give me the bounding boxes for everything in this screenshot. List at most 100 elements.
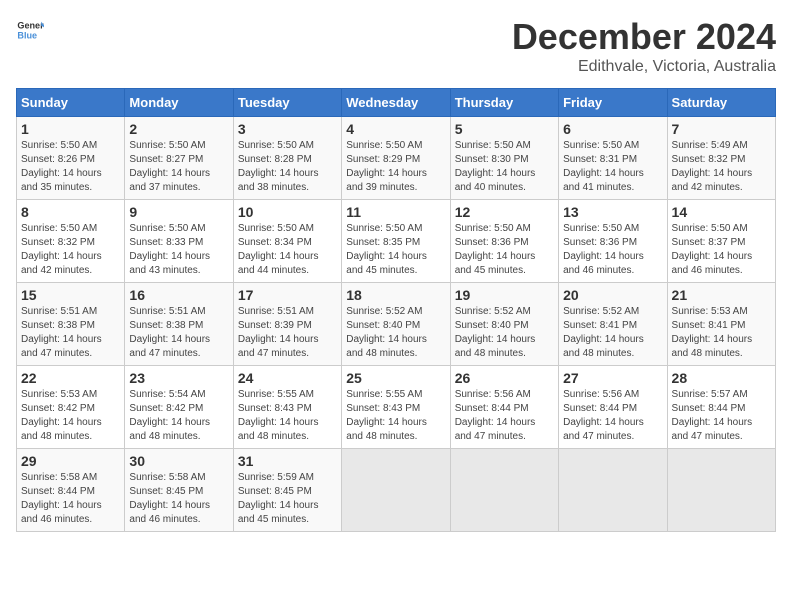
day-detail: Sunrise: 5:50 AM Sunset: 8:37 PM Dayligh… (672, 222, 771, 278)
day-cell: 25Sunrise: 5:55 AM Sunset: 8:43 PM Dayli… (342, 366, 450, 449)
day-detail: Sunrise: 5:56 AM Sunset: 8:44 PM Dayligh… (455, 388, 554, 444)
day-number: 22 (21, 370, 120, 386)
day-number: 14 (672, 204, 771, 220)
day-cell (342, 449, 450, 532)
day-cell: 10 Sunrise: 5:50 AM Sunset: 8:34 PM Dayli… (233, 200, 341, 283)
calendar-body: 1 Sunrise: 5:50 AM Sunset: 8:26 PM Daylig… (17, 117, 776, 532)
day-cell: 23 Sunrise: 5:54 AM Sunset: 8:42 PM Dayli… (125, 366, 233, 449)
day-cell: 12 Sunrise: 5:50 AM Sunset: 8:36 PM Dayli… (450, 200, 558, 283)
dow-monday: Monday (125, 89, 233, 117)
day-number: 16 (129, 287, 228, 303)
day-detail: Sunrise: 5:50 AM Sunset: 8:31 PM Dayligh… (563, 139, 662, 195)
day-number: 26 (455, 370, 554, 386)
day-detail: Sunrise: 5:57 AM Sunset: 8:44 PM Dayligh… (672, 388, 771, 444)
day-number: 7 (672, 121, 771, 137)
day-detail: Sunrise: 5:51 AM Sunset: 8:38 PM Dayligh… (21, 305, 120, 361)
day-cell: 27 Sunrise: 5:56 AM Sunset: 8:44 PM Dayli… (559, 366, 667, 449)
day-cell (450, 449, 558, 532)
day-number: 28 (672, 370, 771, 386)
day-number: 6 (563, 121, 662, 137)
day-detail: Sunrise: 5:52 AM Sunset: 8:40 PM Dayligh… (455, 305, 554, 361)
day-detail: Sunrise: 5:50 AM Sunset: 8:36 PM Dayligh… (455, 222, 554, 278)
day-cell: 9 Sunrise: 5:50 AM Sunset: 8:33 PM Daylig… (125, 200, 233, 283)
day-number: 11 (346, 204, 445, 220)
day-cell: 14 Sunrise: 5:50 AM Sunset: 8:37 PM Dayli… (667, 200, 775, 283)
day-detail: Sunrise: 5:54 AM Sunset: 8:42 PM Dayligh… (129, 388, 228, 444)
day-cell: 28 Sunrise: 5:57 AM Sunset: 8:44 PM Dayli… (667, 366, 775, 449)
day-number: 20 (563, 287, 662, 303)
day-number: 23 (129, 370, 228, 386)
day-detail: Sunrise: 5:50 AM Sunset: 8:29 PM Dayligh… (346, 139, 445, 195)
day-detail: Sunrise: 5:51 AM Sunset: 8:39 PM Dayligh… (238, 305, 337, 361)
week-row-1: 1 Sunrise: 5:50 AM Sunset: 8:26 PM Daylig… (17, 117, 776, 200)
week-row-4: 22Sunrise: 5:53 AM Sunset: 8:42 PM Dayli… (17, 366, 776, 449)
day-number: 15 (21, 287, 120, 303)
day-detail: Sunrise: 5:52 AM Sunset: 8:40 PM Dayligh… (346, 305, 445, 361)
day-number: 13 (563, 204, 662, 220)
day-cell: 1 Sunrise: 5:50 AM Sunset: 8:26 PM Daylig… (17, 117, 125, 200)
dow-wednesday: Wednesday (342, 89, 450, 117)
day-detail: Sunrise: 5:55 AM Sunset: 8:43 PM Dayligh… (346, 388, 445, 444)
day-detail: Sunrise: 5:59 AM Sunset: 8:45 PM Dayligh… (238, 471, 337, 527)
subtitle: Edithvale, Victoria, Australia (512, 58, 776, 76)
day-number: 24 (238, 370, 337, 386)
day-number: 10 (238, 204, 337, 220)
dow-saturday: Saturday (667, 89, 775, 117)
dow-friday: Friday (559, 89, 667, 117)
day-detail: Sunrise: 5:50 AM Sunset: 8:35 PM Dayligh… (346, 222, 445, 278)
day-number: 9 (129, 204, 228, 220)
day-detail: Sunrise: 5:50 AM Sunset: 8:33 PM Dayligh… (129, 222, 228, 278)
day-cell: 24Sunrise: 5:55 AM Sunset: 8:43 PM Dayli… (233, 366, 341, 449)
day-number: 12 (455, 204, 554, 220)
day-cell: 20 Sunrise: 5:52 AM Sunset: 8:41 PM Dayli… (559, 283, 667, 366)
day-cell: 17 Sunrise: 5:51 AM Sunset: 8:39 PM Dayli… (233, 283, 341, 366)
day-cell: 21Sunrise: 5:53 AM Sunset: 8:41 PM Dayli… (667, 283, 775, 366)
day-detail: Sunrise: 5:53 AM Sunset: 8:41 PM Dayligh… (672, 305, 771, 361)
days-of-week-header: SundayMondayTuesdayWednesdayThursdayFrid… (17, 89, 776, 117)
day-cell: 4 Sunrise: 5:50 AM Sunset: 8:29 PM Daylig… (342, 117, 450, 200)
svg-text:Blue: Blue (17, 30, 37, 40)
day-detail: Sunrise: 5:50 AM Sunset: 8:34 PM Dayligh… (238, 222, 337, 278)
day-cell: 8Sunrise: 5:50 AM Sunset: 8:32 PM Daylig… (17, 200, 125, 283)
dow-thursday: Thursday (450, 89, 558, 117)
day-cell: 6 Sunrise: 5:50 AM Sunset: 8:31 PM Daylig… (559, 117, 667, 200)
calendar-table: SundayMondayTuesdayWednesdayThursdayFrid… (16, 88, 776, 532)
dow-sunday: Sunday (17, 89, 125, 117)
day-number: 5 (455, 121, 554, 137)
day-cell: 18 Sunrise: 5:52 AM Sunset: 8:40 PM Dayli… (342, 283, 450, 366)
dow-tuesday: Tuesday (233, 89, 341, 117)
day-cell: 13 Sunrise: 5:50 AM Sunset: 8:36 PM Dayli… (559, 200, 667, 283)
day-cell: 19Sunrise: 5:52 AM Sunset: 8:40 PM Dayli… (450, 283, 558, 366)
day-cell (559, 449, 667, 532)
day-number: 1 (21, 121, 120, 137)
day-number: 3 (238, 121, 337, 137)
day-cell: 26 Sunrise: 5:56 AM Sunset: 8:44 PM Dayli… (450, 366, 558, 449)
day-number: 17 (238, 287, 337, 303)
day-detail: Sunrise: 5:50 AM Sunset: 8:27 PM Dayligh… (129, 139, 228, 195)
logo: General Blue (16, 16, 44, 44)
day-number: 2 (129, 121, 228, 137)
title-area: December 2024 Edithvale, Victoria, Austr… (512, 16, 776, 76)
day-cell: 16 Sunrise: 5:51 AM Sunset: 8:38 PM Dayli… (125, 283, 233, 366)
day-number: 29 (21, 453, 120, 469)
day-detail: Sunrise: 5:56 AM Sunset: 8:44 PM Dayligh… (563, 388, 662, 444)
day-number: 18 (346, 287, 445, 303)
logo-icon: General Blue (16, 16, 44, 44)
day-number: 31 (238, 453, 337, 469)
day-detail: Sunrise: 5:50 AM Sunset: 8:36 PM Dayligh… (563, 222, 662, 278)
day-detail: Sunrise: 5:52 AM Sunset: 8:41 PM Dayligh… (563, 305, 662, 361)
day-detail: Sunrise: 5:51 AM Sunset: 8:38 PM Dayligh… (129, 305, 228, 361)
main-title: December 2024 (512, 16, 776, 58)
day-detail: Sunrise: 5:50 AM Sunset: 8:30 PM Dayligh… (455, 139, 554, 195)
day-number: 30 (129, 453, 228, 469)
day-detail: Sunrise: 5:50 AM Sunset: 8:32 PM Dayligh… (21, 222, 120, 278)
day-cell: 2 Sunrise: 5:50 AM Sunset: 8:27 PM Daylig… (125, 117, 233, 200)
day-number: 27 (563, 370, 662, 386)
day-number: 4 (346, 121, 445, 137)
svg-text:General: General (17, 21, 44, 31)
week-row-5: 29Sunrise: 5:58 AM Sunset: 8:44 PM Dayli… (17, 449, 776, 532)
day-cell: 5 Sunrise: 5:50 AM Sunset: 8:30 PM Daylig… (450, 117, 558, 200)
day-detail: Sunrise: 5:50 AM Sunset: 8:26 PM Dayligh… (21, 139, 120, 195)
day-cell: 3Sunrise: 5:50 AM Sunset: 8:28 PM Daylig… (233, 117, 341, 200)
day-cell: 31 Sunrise: 5:59 AM Sunset: 8:45 PM Dayli… (233, 449, 341, 532)
